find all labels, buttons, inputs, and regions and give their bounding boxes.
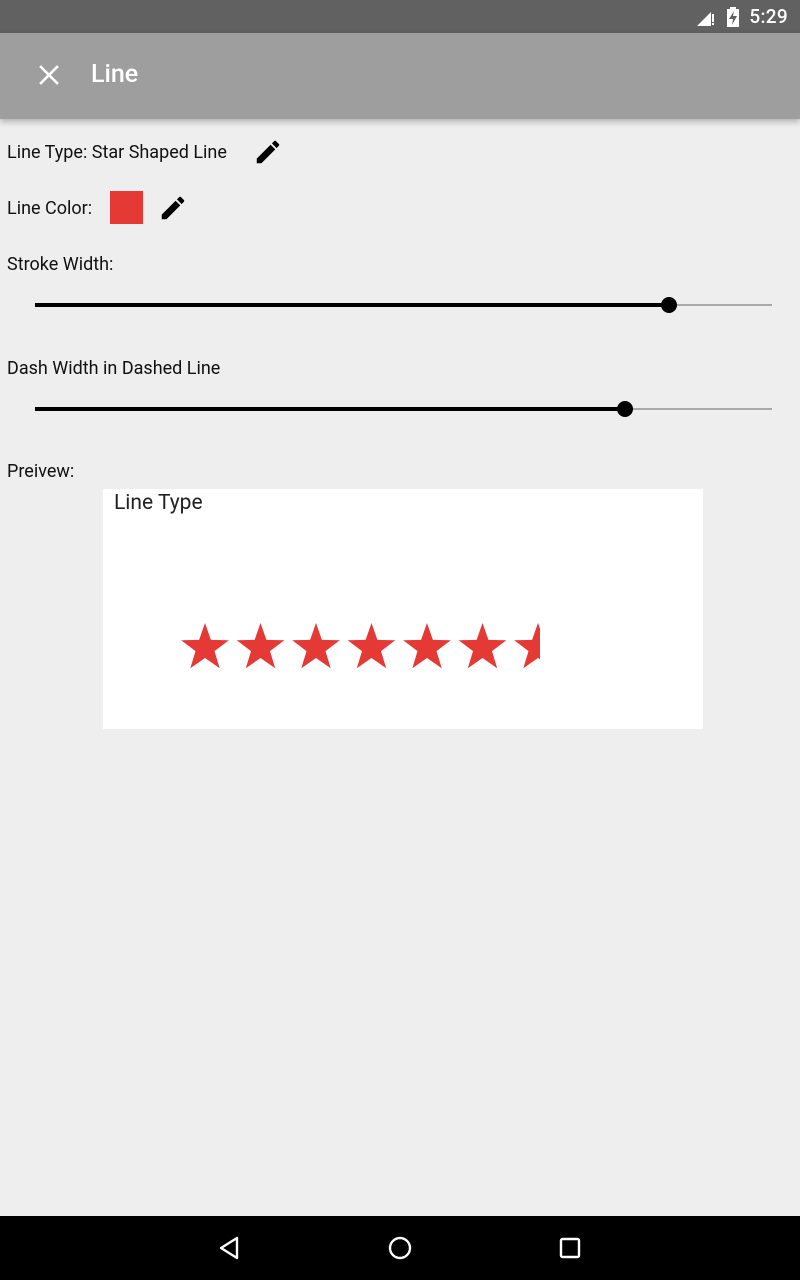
pencil-icon bbox=[161, 196, 185, 220]
pencil-icon bbox=[256, 140, 280, 164]
line-color-label: Line Color: bbox=[7, 198, 93, 219]
star-shape bbox=[181, 623, 229, 669]
status-icons: 5:29 bbox=[697, 0, 788, 33]
close-icon bbox=[39, 65, 59, 85]
battery-charging-icon bbox=[727, 6, 740, 27]
star-shape bbox=[514, 623, 540, 669]
edit-line-color-button[interactable] bbox=[158, 193, 188, 223]
signal-icon bbox=[697, 11, 715, 26]
close-button[interactable] bbox=[34, 60, 64, 90]
app-bar: Line bbox=[0, 33, 800, 119]
line-color-swatch[interactable] bbox=[110, 191, 143, 224]
line-type-label: Line Type: Star Shaped Line bbox=[7, 142, 227, 163]
slider-thumb[interactable] bbox=[616, 401, 633, 417]
page-title: Line bbox=[91, 60, 139, 89]
preview-label: Preivew: bbox=[7, 461, 75, 482]
status-time: 5:29 bbox=[749, 5, 788, 28]
star-shape bbox=[236, 623, 285, 669]
recents-icon bbox=[559, 1237, 581, 1259]
slider-thumb[interactable] bbox=[660, 297, 677, 313]
slider-fill bbox=[35, 303, 669, 307]
dash-width-slider[interactable] bbox=[35, 394, 772, 424]
home-icon bbox=[388, 1236, 412, 1260]
back-button[interactable] bbox=[215, 1233, 245, 1263]
dash-width-label: Dash Width in Dashed Line bbox=[7, 358, 221, 379]
star-shape bbox=[347, 623, 396, 669]
stroke-width-slider[interactable] bbox=[35, 290, 772, 320]
status-bar: 5:29 bbox=[0, 0, 800, 33]
back-icon bbox=[219, 1236, 239, 1260]
preview-card: Line Type bbox=[103, 489, 703, 729]
star-shape bbox=[292, 623, 340, 669]
star-shape bbox=[458, 623, 507, 669]
star-shape bbox=[403, 623, 451, 669]
home-button[interactable] bbox=[385, 1233, 415, 1263]
star-line-preview bbox=[181, 623, 540, 669]
navigation-bar bbox=[0, 1216, 800, 1280]
recents-button[interactable] bbox=[555, 1233, 585, 1263]
stroke-width-label: Stroke Width: bbox=[7, 254, 114, 275]
slider-fill bbox=[35, 407, 625, 411]
edit-line-type-button[interactable] bbox=[253, 137, 283, 167]
